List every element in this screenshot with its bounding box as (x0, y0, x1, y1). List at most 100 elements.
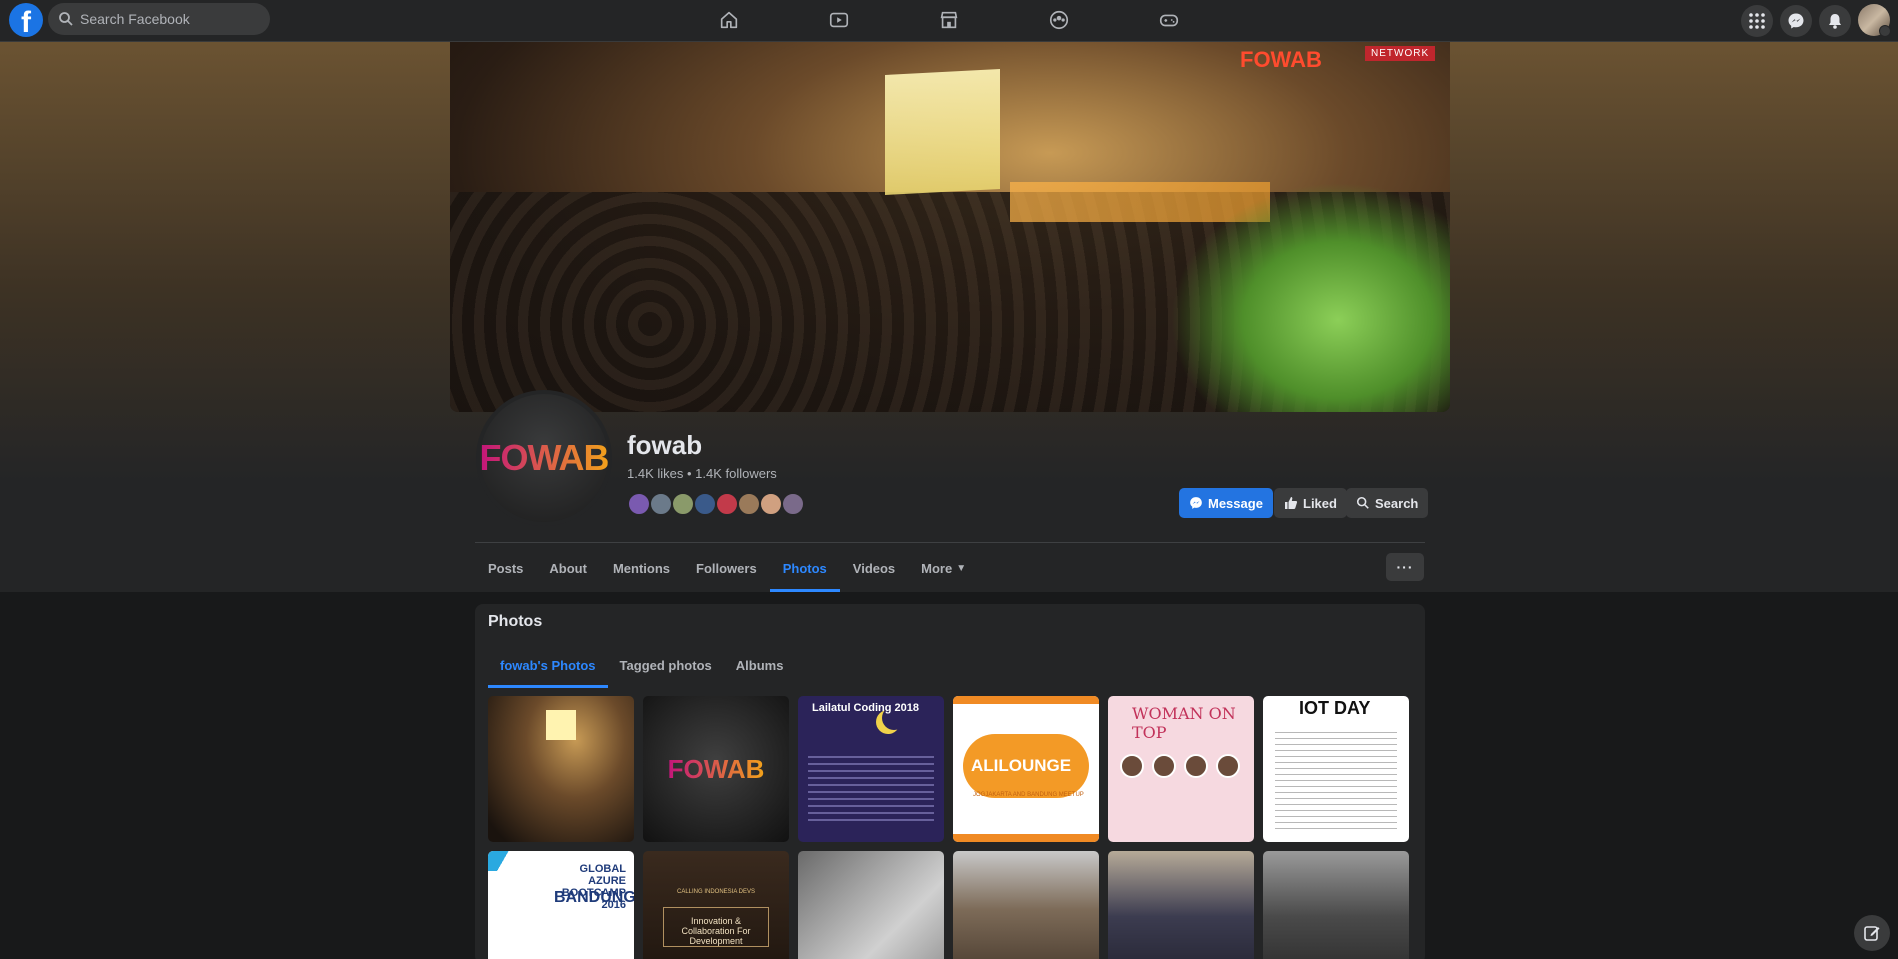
tab-about[interactable]: About (536, 545, 600, 592)
subtab-albums[interactable]: Albums (724, 642, 796, 688)
cover-projector-screen (885, 68, 1000, 196)
search-icon (1356, 496, 1369, 509)
photo-thumbnail[interactable]: Lailatul Coding 2018 (798, 696, 944, 842)
liked-button[interactable]: Liked (1274, 488, 1347, 518)
photo-thumbnail[interactable] (953, 851, 1099, 959)
home-icon[interactable] (709, 5, 749, 35)
photos-section-title: Photos (488, 613, 543, 630)
friend-avatar[interactable] (781, 492, 805, 516)
message-button-label: Message (1208, 495, 1263, 511)
cover-photo[interactable]: FOWAB NETWORK (450, 42, 1450, 412)
thumb-band (953, 834, 1099, 842)
top-navigation-bar: f (0, 0, 1898, 42)
profile-picture[interactable]: FOWAB (476, 390, 612, 526)
photo-thumbnail[interactable] (1108, 851, 1254, 959)
photo-thumbnail[interactable] (798, 851, 944, 959)
thumb-subtitle: Innovation & Collaboration For Developme… (663, 907, 769, 947)
thumb-title: WOMAN ON TOP (1132, 704, 1236, 742)
caret-down-icon: ▼ (956, 563, 967, 574)
photo-thumbnail[interactable]: GLOBAL AZURE BOOTCAMP 2016 BANDUNG (488, 851, 634, 959)
page-title: fowab (627, 430, 703, 460)
photo-thumbnail[interactable]: IOT DAY (1263, 696, 1409, 842)
tab-label: About (549, 561, 587, 576)
page-tabs: Posts About Mentions Followers Photos Vi… (475, 545, 1425, 592)
gaming-icon[interactable] (1149, 5, 1189, 35)
search-icon (59, 12, 73, 26)
friend-avatar[interactable] (737, 492, 761, 516)
thumb-band (953, 696, 1099, 704)
speaker-avatar (1184, 754, 1208, 778)
tab-label: Posts (488, 561, 524, 576)
tab-label: Followers (696, 561, 757, 576)
friend-avatar[interactable] (649, 492, 673, 516)
marketplace-icon[interactable] (929, 5, 969, 35)
menu-grid-icon[interactable] (1741, 5, 1773, 37)
friends-who-like-page[interactable] (627, 492, 805, 516)
tab-label: More (921, 561, 953, 576)
new-message-button[interactable] (1854, 915, 1890, 951)
groups-icon[interactable] (1039, 5, 1079, 35)
subtab-label: fowab's Photos (500, 657, 596, 673)
subtab-tagged-photos[interactable]: Tagged photos (608, 642, 724, 688)
friend-avatar[interactable] (715, 492, 739, 516)
tab-mentions[interactable]: Mentions (600, 545, 683, 592)
friend-avatar[interactable] (693, 492, 717, 516)
tab-label: Mentions (612, 561, 671, 576)
facebook-logo[interactable]: f (9, 3, 43, 37)
search-input[interactable] (80, 11, 260, 27)
thumb-title: IOT DAY (1299, 698, 1371, 718)
speaker-avatar (1120, 754, 1144, 778)
page-search-button[interactable]: Search (1346, 488, 1429, 518)
friend-avatar[interactable] (759, 492, 783, 516)
tab-label: Videos (852, 561, 896, 576)
more-options-button[interactable]: ··· (1386, 553, 1424, 581)
chevron-down-icon[interactable] (1879, 25, 1891, 37)
subtab-label: Tagged photos (619, 657, 712, 673)
thumb-subtitle: JOGJAKARTA AND BANDUNG MEETUP (973, 792, 1084, 798)
tab-label: Photos (782, 561, 827, 576)
notifications-icon[interactable] (1819, 5, 1851, 37)
compose-icon (1864, 926, 1880, 941)
message-button[interactable]: Message (1179, 488, 1273, 518)
photos-card: Photos fowab's Photos Tagged photos Albu… (475, 604, 1425, 959)
profile-logo-text: FOWAB (479, 437, 609, 478)
messenger-icon (1190, 497, 1202, 509)
thumb-logo-text: FOWAB (667, 753, 765, 784)
subtab-label: Albums (735, 657, 784, 673)
page-search-button-label: Search (1375, 495, 1419, 511)
subtab-page-photos[interactable]: fowab's Photos (488, 642, 608, 688)
friend-avatar[interactable] (671, 492, 695, 516)
speaker-avatar (1216, 754, 1240, 778)
tab-more[interactable]: More ▼ (908, 545, 979, 592)
liked-button-label: Liked (1303, 495, 1337, 511)
photo-thumbnail[interactable]: ALILOUNGE JOGJAKARTA AND BANDUNG MEETUP (953, 696, 1099, 842)
photos-subtabs: fowab's Photos Tagged photos Albums (488, 642, 795, 688)
photo-thumbnail[interactable]: WOMAN ON TOP (1108, 696, 1254, 842)
photo-thumbnail[interactable]: CALLING INDONESIA DEVS Innovation & Coll… (643, 851, 789, 959)
cover-network-label: NETWORK (1365, 46, 1436, 61)
cover-plant (1170, 182, 1450, 412)
photo-thumbnail[interactable] (1263, 851, 1409, 959)
photo-grid: FOWAB Lailatul Coding 2018 ALILOUNGE JOG… (488, 696, 1409, 959)
thumb-stripe (488, 851, 528, 871)
thumb-subtitle: BANDUNG (554, 889, 634, 906)
search-box[interactable] (48, 3, 270, 35)
thumb-title: ALILOUNGE (971, 756, 1072, 775)
moon-icon (882, 706, 906, 730)
cover-banner-logo: FOWAB (1240, 47, 1322, 72)
tab-posts[interactable]: Posts (475, 545, 536, 592)
thumb-text-lines (1275, 732, 1397, 832)
thumb-text-lines (808, 756, 934, 826)
page-likes-followers[interactable]: 1.4K likes • 1.4K followers (627, 466, 777, 481)
speaker-avatar (1152, 754, 1176, 778)
friend-avatar[interactable] (627, 492, 651, 516)
photo-thumbnail[interactable]: FOWAB (643, 696, 789, 842)
video-icon[interactable] (819, 5, 859, 35)
header-divider (475, 542, 1425, 543)
tab-videos[interactable]: Videos (840, 545, 908, 592)
messenger-icon[interactable] (1780, 5, 1812, 37)
tab-photos[interactable]: Photos (769, 545, 840, 592)
tab-followers[interactable]: Followers (683, 545, 770, 592)
thumbs-up-icon (1285, 497, 1298, 509)
photo-thumbnail[interactable] (488, 696, 634, 842)
